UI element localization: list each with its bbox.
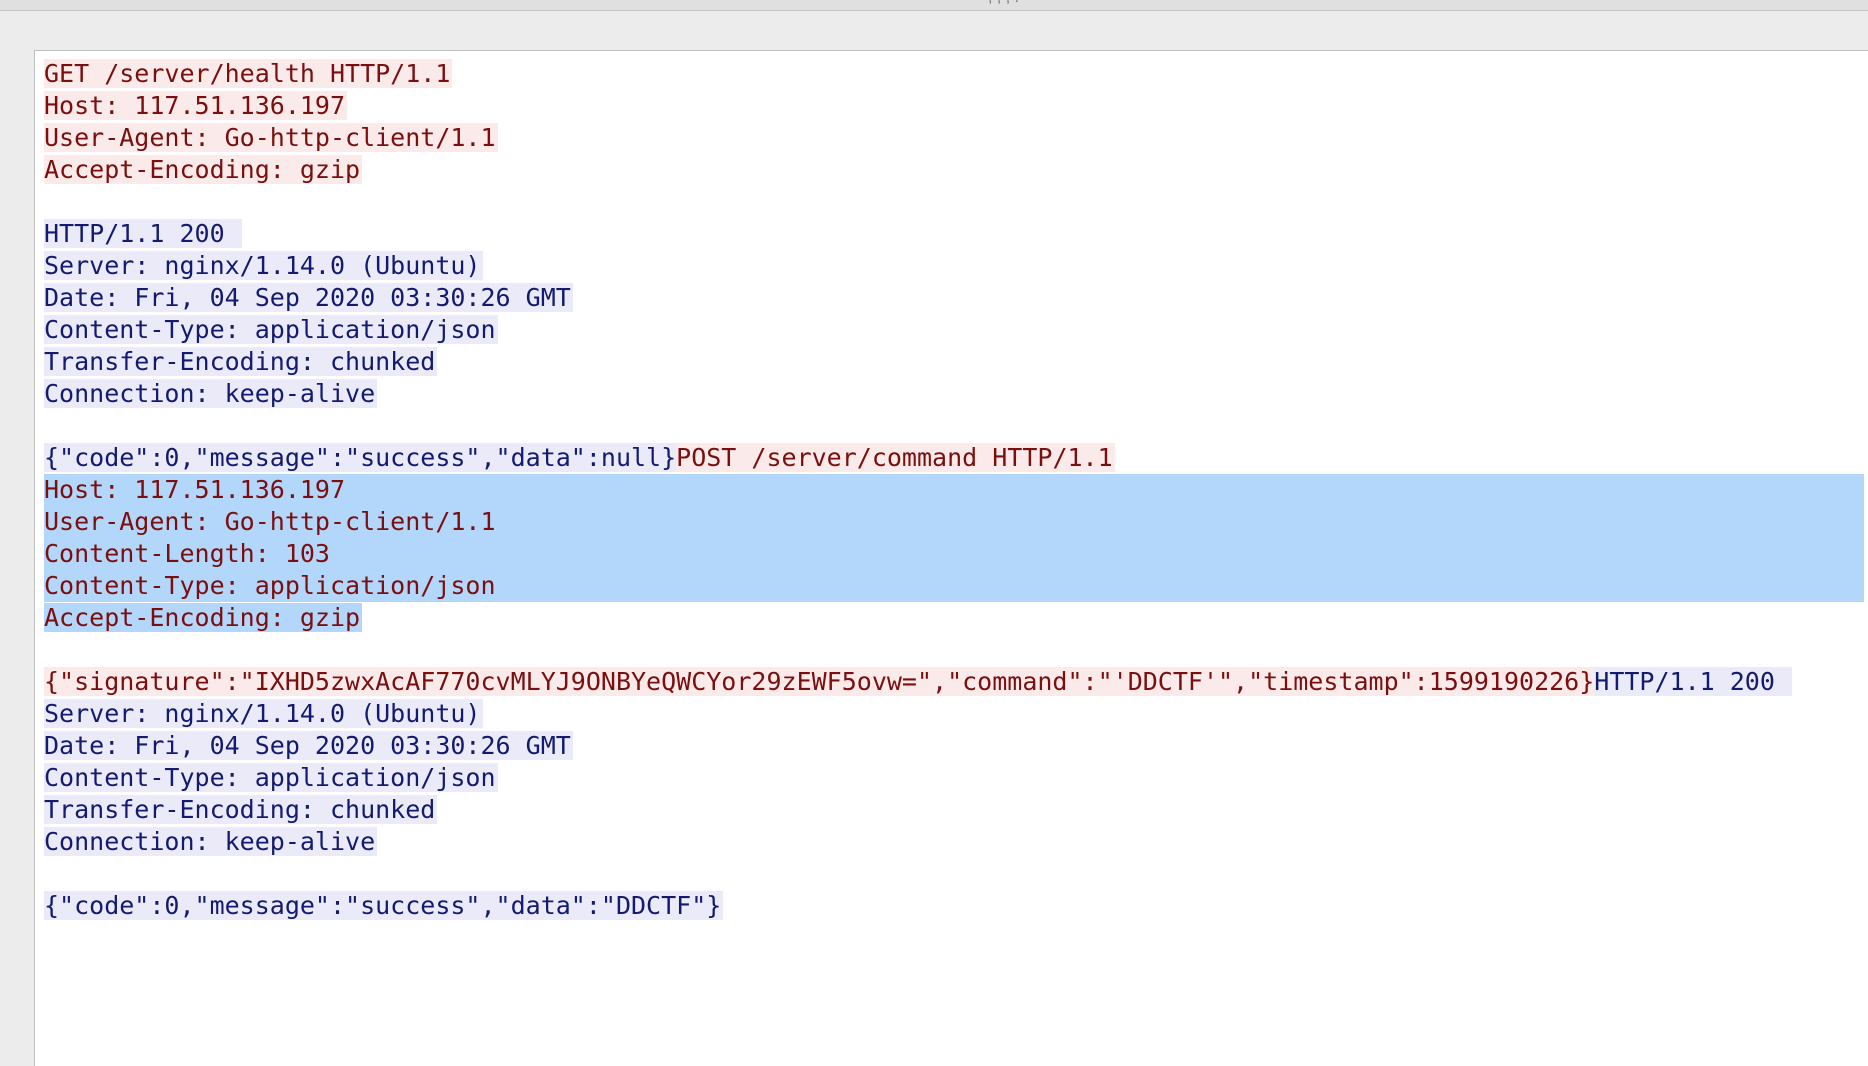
window-title-bar: , , , . (0, 0, 1868, 11)
client-header: Content-Type: application/json (44, 571, 496, 600)
stream-line: Accept-Encoding: gzip (44, 602, 1864, 634)
server-header: Server: nginx/1.14.0 (Ubuntu) (44, 699, 483, 728)
client-header: User-Agent: Go-http-client/1.1 (44, 123, 498, 152)
window-title: , , , . (988, 0, 1019, 7)
stream-line: {"code":0,"message":"success","data":"DD… (44, 890, 1864, 922)
selected-line: Content-Length: 103 (44, 538, 1864, 570)
server-header: Content-Type: application/json (44, 315, 498, 344)
stream-content[interactable]: GET /server/health HTTP/1.1 Host: 117.51… (44, 58, 1864, 922)
client-body: {"signature":"IXHD5zwxAcAF770cvMLYJ9ONBY… (44, 667, 1595, 696)
client-header: Host: 117.51.136.197 (44, 91, 348, 120)
client-request-line: GET /server/health HTTP/1.1 (44, 59, 453, 88)
stream-line: Content-Type: application/json (44, 314, 1864, 346)
client-header: Content-Length: 103 (44, 539, 330, 568)
stream-line: Accept-Encoding: gzip (44, 154, 1864, 186)
stream-line: GET /server/health HTTP/1.1 (44, 58, 1864, 90)
stream-line: Content-Type: application/json (44, 762, 1864, 794)
selected-line: Host: 117.51.136.197 (44, 474, 1864, 506)
server-header: Connection: keep-alive (44, 827, 378, 856)
stream-line: {"code":0,"message":"success","data":nul… (44, 442, 1864, 474)
stream-line: Transfer-Encoding: chunked (44, 346, 1864, 378)
server-header: Transfer-Encoding: chunked (44, 795, 438, 824)
stream-line: User-Agent: Go-http-client/1.1 (44, 122, 1864, 154)
stream-line: Connection: keep-alive (44, 826, 1864, 858)
server-body: {"code":0,"message":"success","data":nul… (44, 443, 677, 472)
client-header: Accept-Encoding: gzip (44, 155, 363, 184)
server-header: Date: Fri, 04 Sep 2020 03:30:26 GMT (44, 283, 573, 312)
server-status-line: HTTP/1.1 200 (1594, 667, 1792, 696)
stream-line: Connection: keep-alive (44, 378, 1864, 410)
server-body: {"code":0,"message":"success","data":"DD… (44, 891, 724, 920)
client-request-line: POST /server/command HTTP/1.1 (676, 443, 1115, 472)
server-header: Connection: keep-alive (44, 379, 378, 408)
stream-line: Server: nginx/1.14.0 (Ubuntu) (44, 250, 1864, 282)
stream-line: Transfer-Encoding: chunked (44, 794, 1864, 826)
client-header: User-Agent: Go-http-client/1.1 (44, 507, 496, 536)
server-header: Date: Fri, 04 Sep 2020 03:30:26 GMT (44, 731, 573, 760)
client-header: Accept-Encoding: gzip (44, 603, 363, 632)
stream-line: Date: Fri, 04 Sep 2020 03:30:26 GMT (44, 282, 1864, 314)
follow-stream-text-pane[interactable]: GET /server/health HTTP/1.1 Host: 117.51… (34, 50, 1868, 1066)
server-header: Content-Type: application/json (44, 763, 498, 792)
stream-line: Server: nginx/1.14.0 (Ubuntu) (44, 698, 1864, 730)
stream-line: {"signature":"IXHD5zwxAcAF770cvMLYJ9ONBY… (44, 666, 1864, 698)
client-header: Host: 117.51.136.197 (44, 475, 346, 504)
server-header: Transfer-Encoding: chunked (44, 347, 438, 376)
server-header: Server: nginx/1.14.0 (Ubuntu) (44, 251, 483, 280)
server-status-line: HTTP/1.1 200 (44, 219, 242, 248)
stream-line: HTTP/1.1 200 (44, 218, 1864, 250)
selected-line: User-Agent: Go-http-client/1.1 (44, 506, 1864, 538)
stream-line: Host: 117.51.136.197 (44, 90, 1864, 122)
selected-line: Content-Type: application/json (44, 570, 1864, 602)
stream-line: Date: Fri, 04 Sep 2020 03:30:26 GMT (44, 730, 1864, 762)
